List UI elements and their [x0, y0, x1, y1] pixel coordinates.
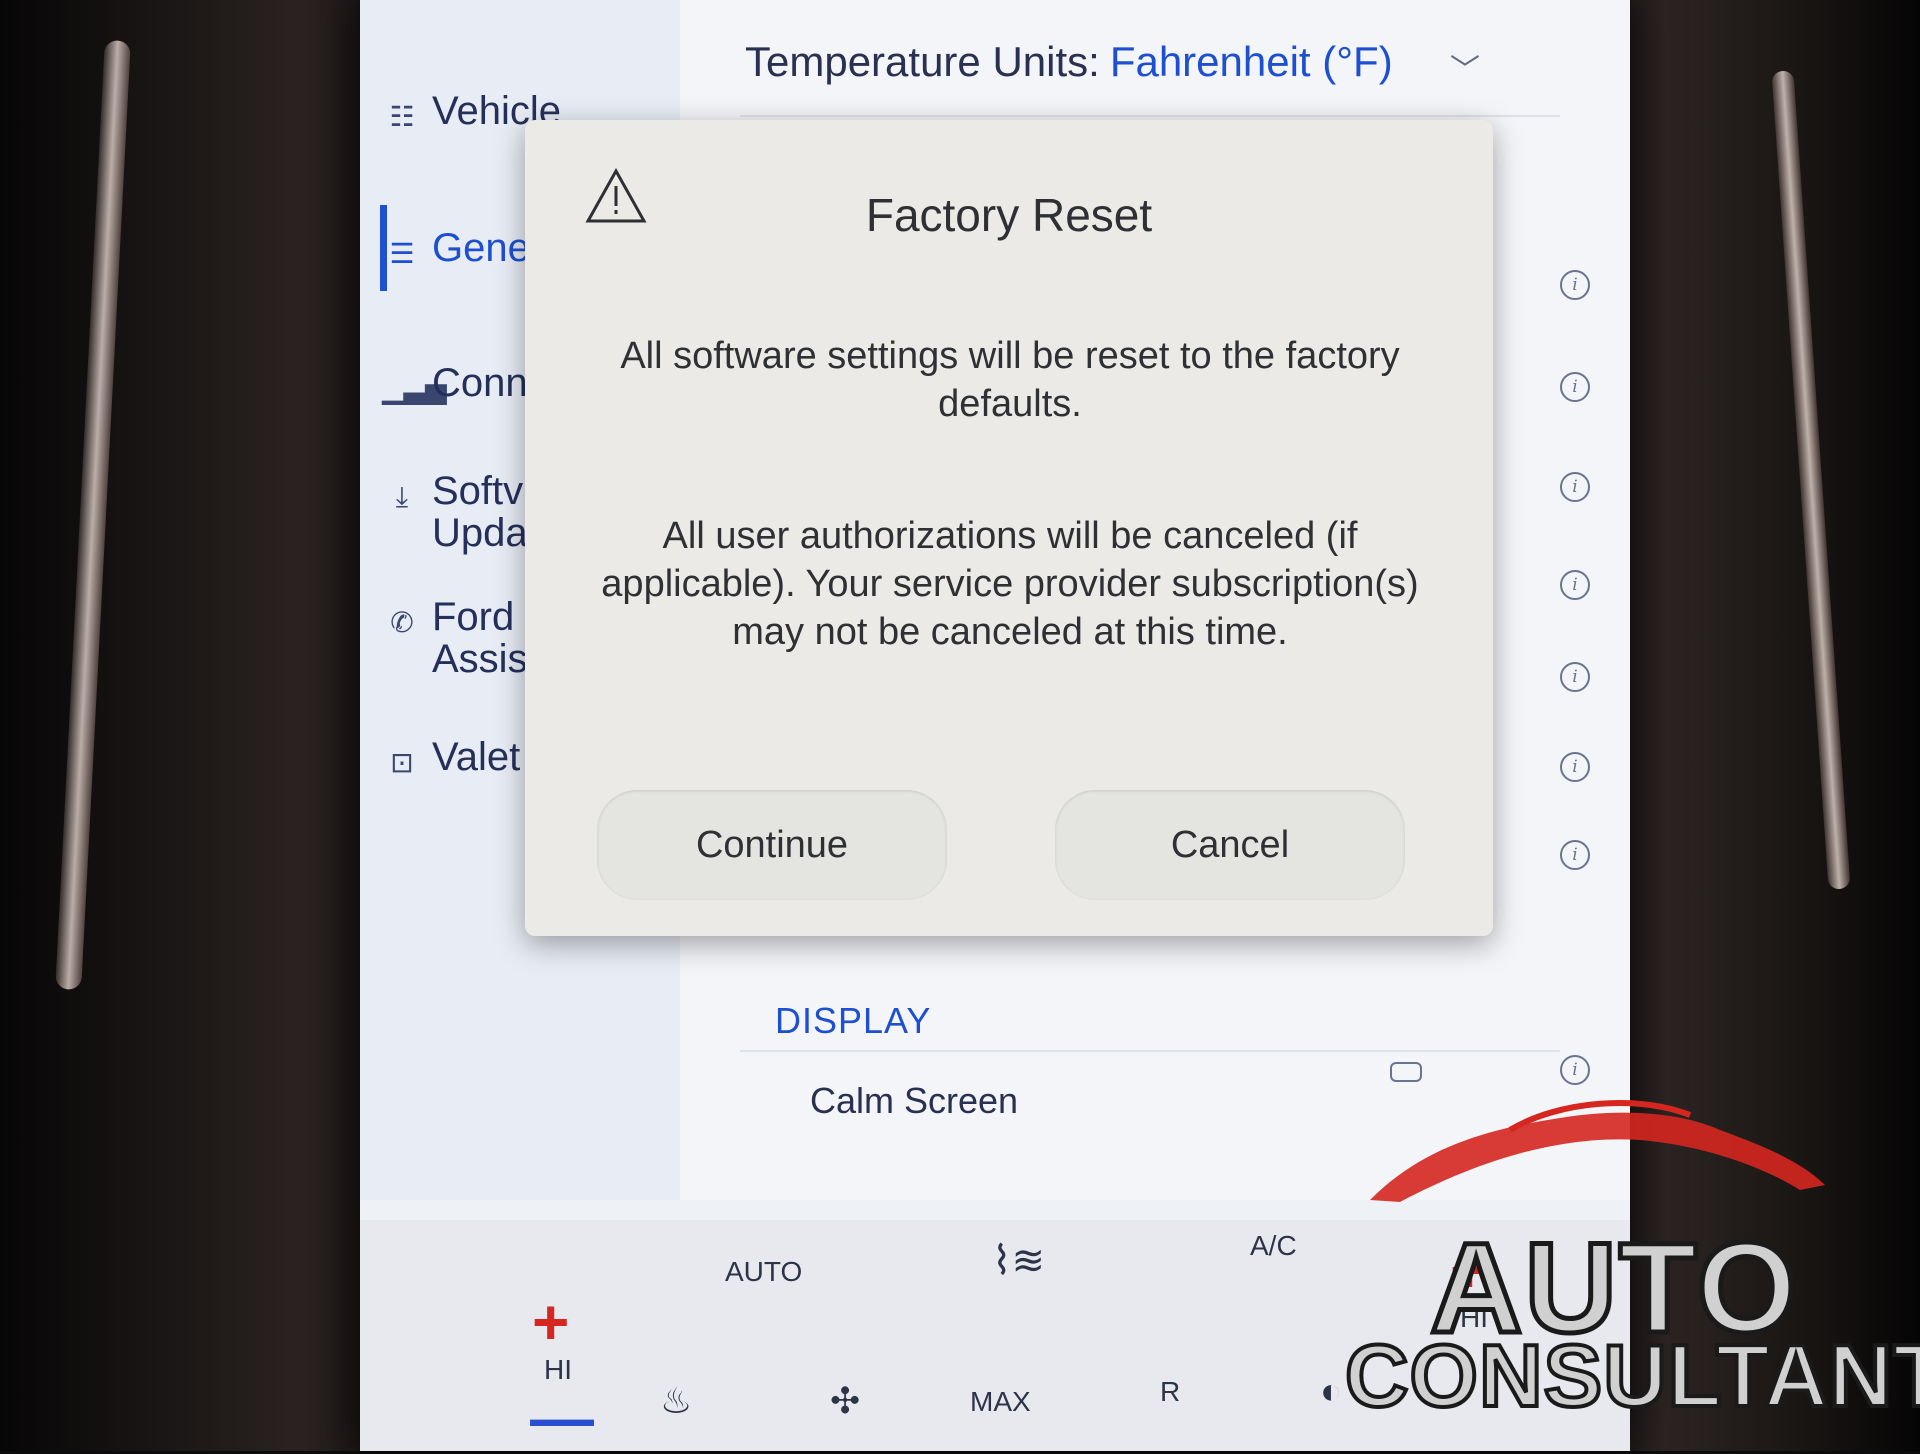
temperature-units-row[interactable]: Temperature Units: Fahrenheit (°F) [745, 38, 1393, 86]
info-icon[interactable]: i [1560, 472, 1590, 502]
info-icon[interactable]: i [1560, 840, 1590, 870]
info-icon[interactable]: i [1560, 752, 1590, 782]
download-icon: ⤓ [395, 481, 409, 512]
signal-bars-icon: ▁▃▅ [382, 373, 447, 404]
sidebar-item-label: Softv Upda [432, 469, 528, 555]
calm-screen-toggle[interactable] [1390, 1062, 1422, 1082]
continue-button[interactable]: Continue [597, 790, 947, 900]
sidebar-item-general[interactable]: ☰ Gene [382, 226, 530, 275]
sidebar-item-valet[interactable]: ⊡ Valet [382, 736, 520, 784]
cancel-button[interactable]: Cancel [1055, 790, 1405, 900]
dialog-message-primary: All software settings will be reset to t… [620, 335, 1400, 425]
ac-button[interactable]: A/C [1250, 1230, 1297, 1262]
temp-down-left-button[interactable]: — [530, 1386, 594, 1450]
auto-climate-button[interactable]: AUTO [725, 1256, 802, 1288]
assist-icon: ✆ [390, 607, 414, 638]
max-defrost-button[interactable]: MAX [970, 1386, 1031, 1418]
info-icon[interactable]: i [1560, 372, 1590, 402]
divider [740, 1050, 1560, 1052]
valet-icon: ⊡ [390, 747, 414, 778]
calm-screen-label: Calm Screen [810, 1080, 1019, 1121]
info-icon[interactable]: i [1560, 270, 1590, 300]
sidebar-item-label: Ford Assis [432, 595, 528, 681]
watermark-car-logo [1370, 1100, 1825, 1202]
sidebar-item-label: Gene [432, 226, 530, 270]
info-icon[interactable]: i [1560, 570, 1590, 600]
vehicle-settings-icon: ☷ [389, 101, 415, 132]
sidebar-item-label: Conn [432, 361, 528, 405]
sidebar-item-ford-assist[interactable]: ✆ Ford Assis [382, 595, 528, 681]
rear-defrost-button[interactable]: R [1160, 1376, 1180, 1408]
front-defrost-icon[interactable]: ⌇≋ [992, 1238, 1045, 1284]
info-icon[interactable]: i [1560, 1055, 1590, 1085]
sliders-icon: ☰ [389, 238, 415, 269]
seat-heat-icon[interactable]: ♨ [660, 1380, 692, 1422]
watermark-text-consultant: CONSULTANT [1343, 1324, 1920, 1427]
factory-reset-dialog: Factory Reset All software settings will… [525, 120, 1493, 936]
temperature-units-value: Fahrenheit (°F) [1109, 38, 1393, 85]
sidebar-item-software-updates[interactable]: ⤓ Softv Upda [382, 470, 528, 554]
dialog-title: Factory Reset [865, 189, 1153, 241]
divider [740, 115, 1560, 117]
fan-icon[interactable]: ✣ [830, 1380, 860, 1422]
dashboard-left [0, 0, 380, 1451]
dialog-message-secondary: All user authorizations will be canceled… [601, 515, 1419, 653]
info-icon[interactable]: i [1560, 662, 1590, 692]
chevron-down-icon[interactable]: ﹀ [1450, 45, 1480, 89]
temperature-units-label: Temperature Units: [745, 38, 1100, 85]
sidebar-item-connectivity[interactable]: ▁▃▅ Conn [382, 362, 528, 410]
display-section-header: DISPLAY [775, 1000, 932, 1041]
temp-up-left-button[interactable]: + [532, 1290, 569, 1354]
sidebar-item-label: Valet [432, 735, 521, 779]
steering-heat-icon[interactable]: ◐ [1320, 1370, 1342, 1412]
